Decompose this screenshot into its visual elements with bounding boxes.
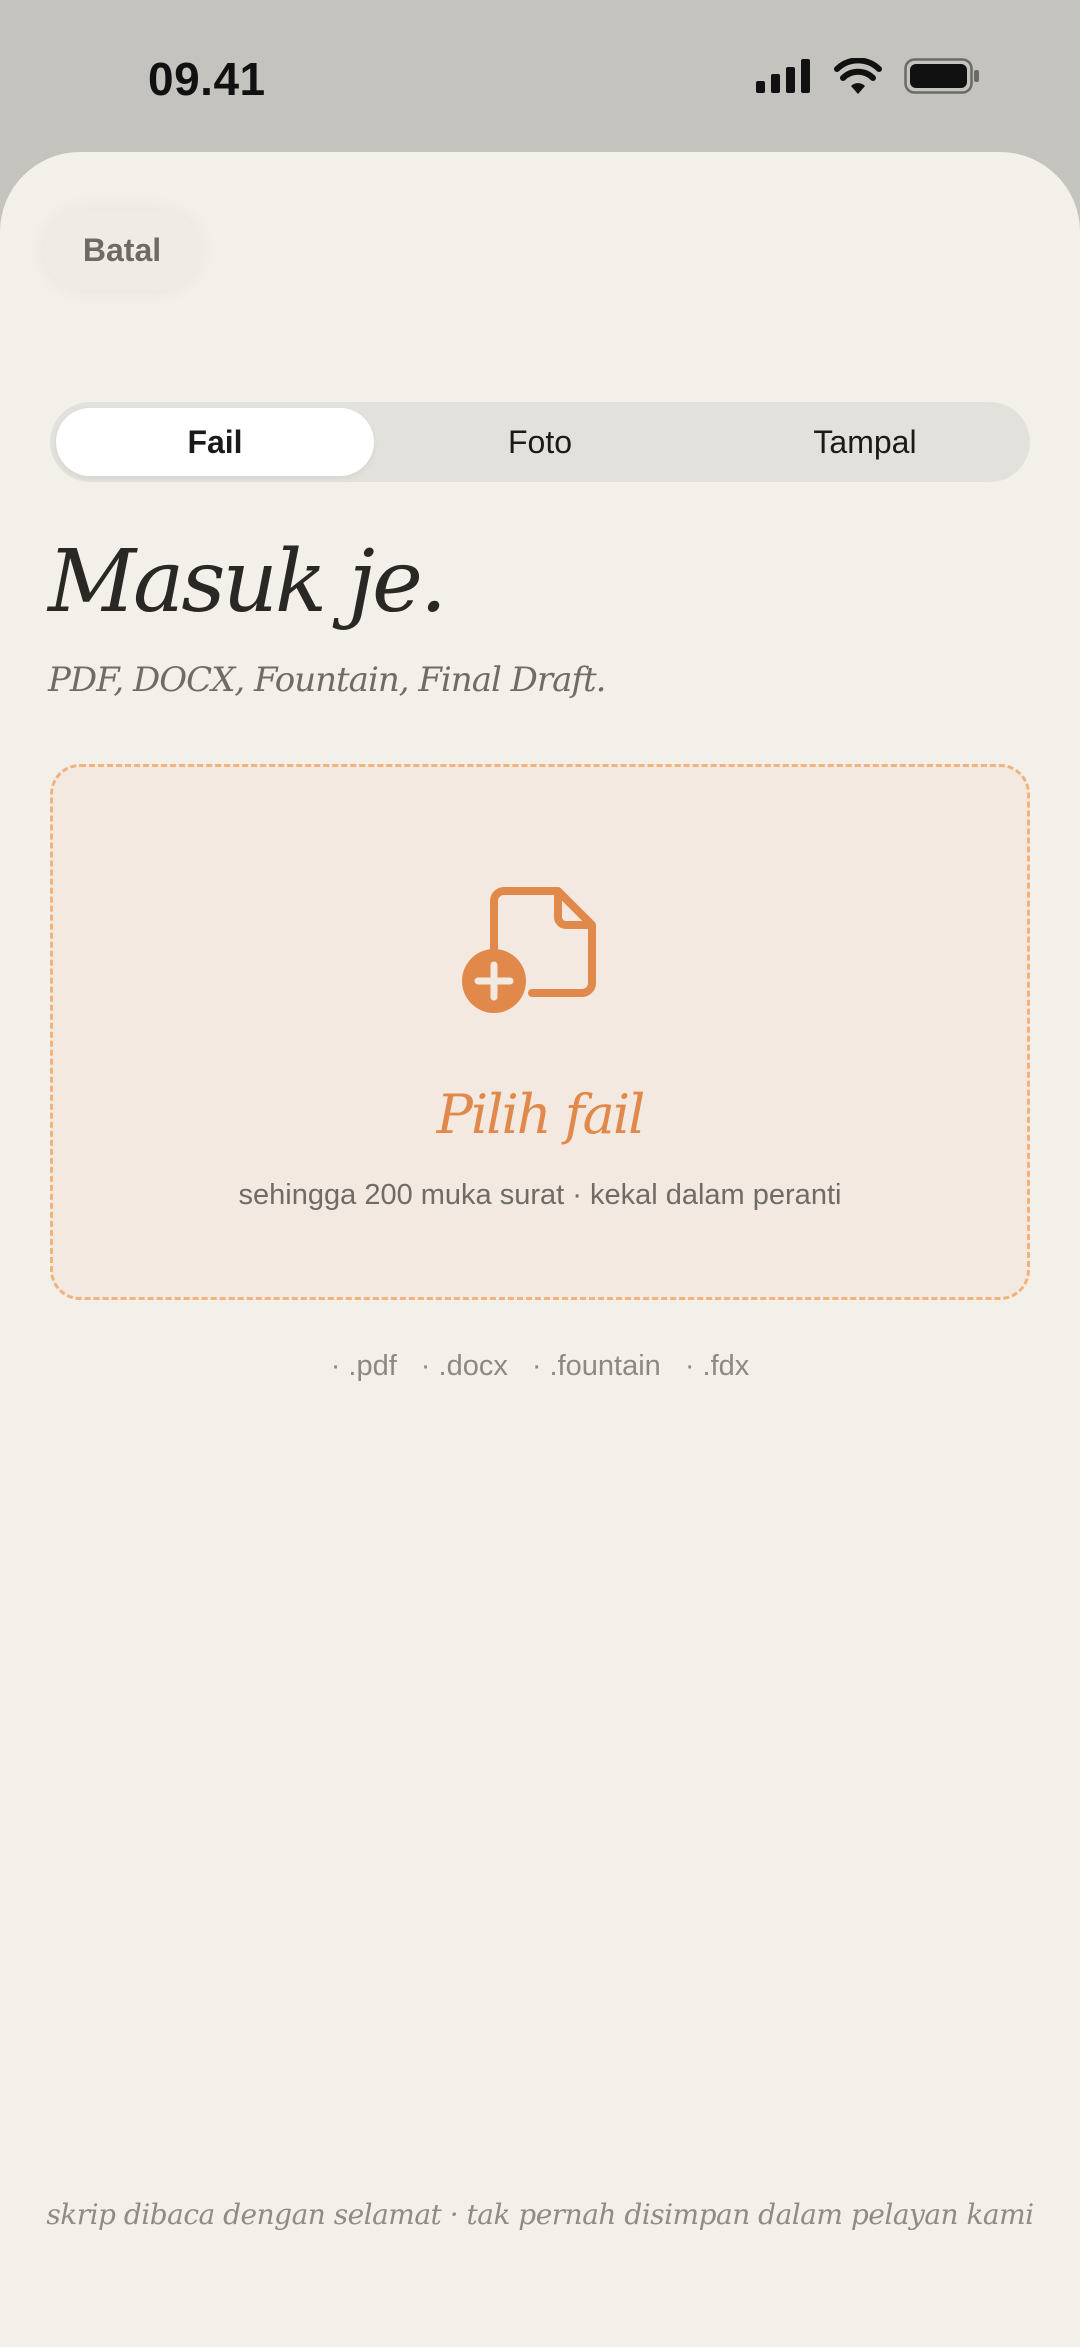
wifi-icon: [834, 58, 882, 94]
status-bar: 09.41: [0, 0, 1080, 152]
pick-file-description: sehingga 200 muka surat · kekal dalam pe…: [238, 1179, 842, 1211]
tab-photo[interactable]: Foto: [381, 408, 699, 476]
file-dropzone[interactable]: Pilih fail sehingga 200 muka surat · kek…: [50, 764, 1030, 1300]
supported-formats: · .pdf · .docx · .fountain · .fdx: [0, 1350, 1080, 1383]
format-fountain: · .fountain: [531, 1350, 661, 1382]
battery-icon: [904, 58, 979, 94]
tab-paste[interactable]: Tampal: [706, 408, 1024, 476]
import-sheet: Batal Fail Foto Tampal Masuk je. PDF, DO…: [0, 152, 1080, 2347]
file-add-icon: [462, 887, 596, 1013]
tab-file[interactable]: Fail: [56, 408, 374, 476]
pick-file-title[interactable]: Pilih fail: [53, 1083, 1027, 1146]
source-segmented-control: Fail Foto Tampal: [50, 402, 1030, 482]
cancel-button[interactable]: Batal: [44, 210, 200, 290]
format-pdf: · .pdf: [330, 1350, 397, 1382]
cellular-signal-icon: [756, 59, 810, 93]
page-subtitle: PDF, DOCX, Fountain, Final Draft.: [48, 660, 606, 700]
privacy-note: skrip dibaca dengan selamat · tak pernah…: [46, 2198, 1034, 2231]
status-icons: [756, 58, 980, 94]
format-fdx: · .fdx: [684, 1350, 750, 1382]
status-time: 09.41: [148, 53, 266, 105]
format-docx: · .docx: [420, 1350, 508, 1382]
page-title: Masuk je.: [48, 532, 447, 632]
